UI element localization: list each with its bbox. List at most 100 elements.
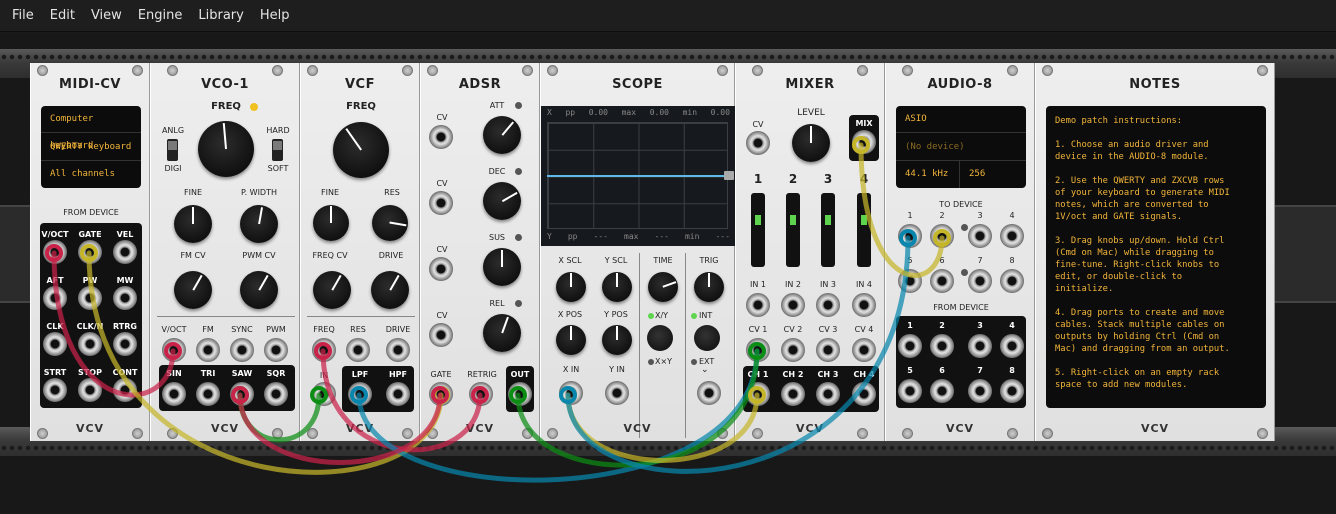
audio-output-port[interactable] — [1000, 334, 1024, 358]
channel-cv-port[interactable] — [852, 338, 876, 362]
menu-file[interactable]: File — [4, 0, 42, 32]
ext-trigger-port[interactable] — [697, 381, 721, 405]
midi-output-port[interactable] — [78, 378, 102, 402]
audio-output-port[interactable] — [968, 379, 992, 403]
channel-fader[interactable] — [786, 193, 800, 267]
midi-output-port[interactable] — [78, 332, 102, 356]
audio-module[interactable]: AUDIO-8 ASIO (No device) 44.1 kHz 256 TO… — [885, 63, 1035, 441]
filter-output-port[interactable] — [386, 382, 410, 406]
resonance-knob[interactable] — [372, 205, 408, 241]
menu-engine[interactable]: Engine — [130, 0, 191, 32]
audio-output-port[interactable] — [898, 334, 922, 358]
fm-cv-knob[interactable] — [174, 271, 212, 309]
channel-input-port[interactable] — [746, 293, 770, 317]
menu-edit[interactable]: Edit — [42, 0, 83, 32]
level-knob[interactable] — [792, 124, 830, 162]
level-cv-port[interactable] — [746, 131, 770, 155]
mix-output-port[interactable] — [852, 130, 876, 154]
vco-output-port[interactable] — [264, 382, 288, 406]
midi-output-port[interactable] — [43, 240, 67, 264]
cutoff-knob[interactable] — [333, 122, 389, 178]
channel-fader[interactable] — [751, 193, 765, 267]
midi-output-port[interactable] — [43, 332, 67, 356]
envelope-output-port[interactable] — [508, 382, 532, 406]
audio-input-port[interactable] — [968, 269, 992, 293]
midi-output-port[interactable] — [113, 286, 137, 310]
x-scale-knob[interactable] — [556, 272, 586, 302]
xy-mode-button[interactable] — [647, 325, 673, 351]
audio-output-port[interactable] — [1000, 379, 1024, 403]
audio-input-port[interactable] — [312, 382, 336, 406]
vco-output-port[interactable] — [230, 382, 254, 406]
channel-cv-port[interactable] — [746, 338, 770, 362]
att-cv-port[interactable] — [429, 125, 453, 149]
channel-output-port[interactable] — [852, 382, 876, 406]
midi-cv-module[interactable]: MIDI-CV Computer keyboard QWERTY keyboar… — [30, 63, 150, 441]
notes-module[interactable]: NOTES Demo patch instructions: 1. Choose… — [1035, 63, 1275, 441]
midi-output-port[interactable] — [113, 378, 137, 402]
fine-knob[interactable] — [313, 205, 349, 241]
drive-knob[interactable] — [371, 271, 409, 309]
trigger-knob[interactable] — [694, 272, 724, 302]
sync-mode-switch[interactable] — [272, 139, 283, 161]
midi-channel[interactable]: All channels — [41, 161, 141, 188]
vcf-module[interactable]: VCF FREQ FINE RES FREQ CV DRIVE VCV FREQ… — [300, 63, 420, 441]
trigger-source-button[interactable] — [694, 325, 720, 351]
midi-output-port[interactable] — [78, 286, 102, 310]
dec-knob[interactable] — [483, 182, 521, 220]
menu-view[interactable]: View — [83, 0, 130, 32]
audio-input-port[interactable] — [1000, 224, 1024, 248]
att-knob[interactable] — [483, 116, 521, 154]
vcf-input-port[interactable] — [346, 338, 370, 362]
channel-fader[interactable] — [821, 193, 835, 267]
x-position-knob[interactable] — [556, 325, 586, 355]
mixer-module[interactable]: MIXER CV LEVEL MIX VCV 1 IN 1 CV 1 2 IN 2 CV … — [735, 63, 885, 441]
audio-output-port[interactable] — [930, 334, 954, 358]
midi-output-port[interactable] — [113, 332, 137, 356]
notes-textarea[interactable]: Demo patch instructions: 1. Choose an au… — [1046, 106, 1266, 408]
audio-input-port[interactable] — [1000, 269, 1024, 293]
adsr-module[interactable]: ADSR GATE RETRIG OUT VCV CV ATT CV DEC CV SUS… — [420, 63, 540, 441]
midi-output-port[interactable] — [43, 286, 67, 310]
channel-cv-port[interactable] — [816, 338, 840, 362]
audio-device[interactable]: (No device) — [896, 133, 1026, 161]
midi-output-port[interactable] — [113, 240, 137, 264]
vco-module[interactable]: VCO-1 FREQ ANLG DIGI HARD SOFT FINE P. W… — [150, 63, 300, 441]
y-input-port[interactable] — [605, 381, 629, 405]
vco-input-port[interactable] — [264, 338, 288, 362]
fine-knob[interactable] — [174, 205, 212, 243]
vco-output-port[interactable] — [196, 382, 220, 406]
pwm-cv-knob[interactable] — [240, 271, 278, 309]
y-scale-knob[interactable] — [602, 272, 632, 302]
x-input-port[interactable] — [559, 381, 583, 405]
dec-cv-port[interactable] — [429, 191, 453, 215]
y-position-knob[interactable] — [602, 325, 632, 355]
midi-output-port[interactable] — [43, 378, 67, 402]
sus-knob[interactable] — [483, 248, 521, 286]
sample-rate[interactable]: 44.1 kHz — [896, 161, 960, 188]
vco-output-port[interactable] — [162, 382, 186, 406]
menu-library[interactable]: Library — [190, 0, 251, 32]
audio-input-port[interactable] — [898, 224, 922, 248]
midi-driver[interactable]: Computer keyboard — [41, 106, 141, 151]
rack[interactable]: MIDI-CV Computer keyboard QWERTY keyboar… — [0, 33, 1336, 514]
rel-cv-port[interactable] — [429, 323, 453, 347]
vco-input-port[interactable] — [162, 338, 186, 362]
analog-digital-switch[interactable] — [167, 139, 178, 161]
pulse-width-knob[interactable] — [240, 205, 278, 243]
vcf-input-port[interactable] — [386, 338, 410, 362]
channel-output-port[interactable] — [781, 382, 805, 406]
gate-input-port[interactable] — [429, 382, 453, 406]
channel-cv-port[interactable] — [781, 338, 805, 362]
channel-input-port[interactable] — [781, 293, 805, 317]
audio-input-port[interactable] — [968, 224, 992, 248]
channel-output-port[interactable] — [816, 382, 840, 406]
menu-help[interactable]: Help — [252, 0, 298, 32]
vco-input-port[interactable] — [230, 338, 254, 362]
sus-cv-port[interactable] — [429, 257, 453, 281]
time-knob[interactable] — [648, 272, 678, 302]
audio-driver[interactable]: ASIO — [896, 106, 1026, 133]
audio-input-port[interactable] — [930, 224, 954, 248]
audio-input-port[interactable] — [930, 269, 954, 293]
midi-output-port[interactable] — [78, 240, 102, 264]
